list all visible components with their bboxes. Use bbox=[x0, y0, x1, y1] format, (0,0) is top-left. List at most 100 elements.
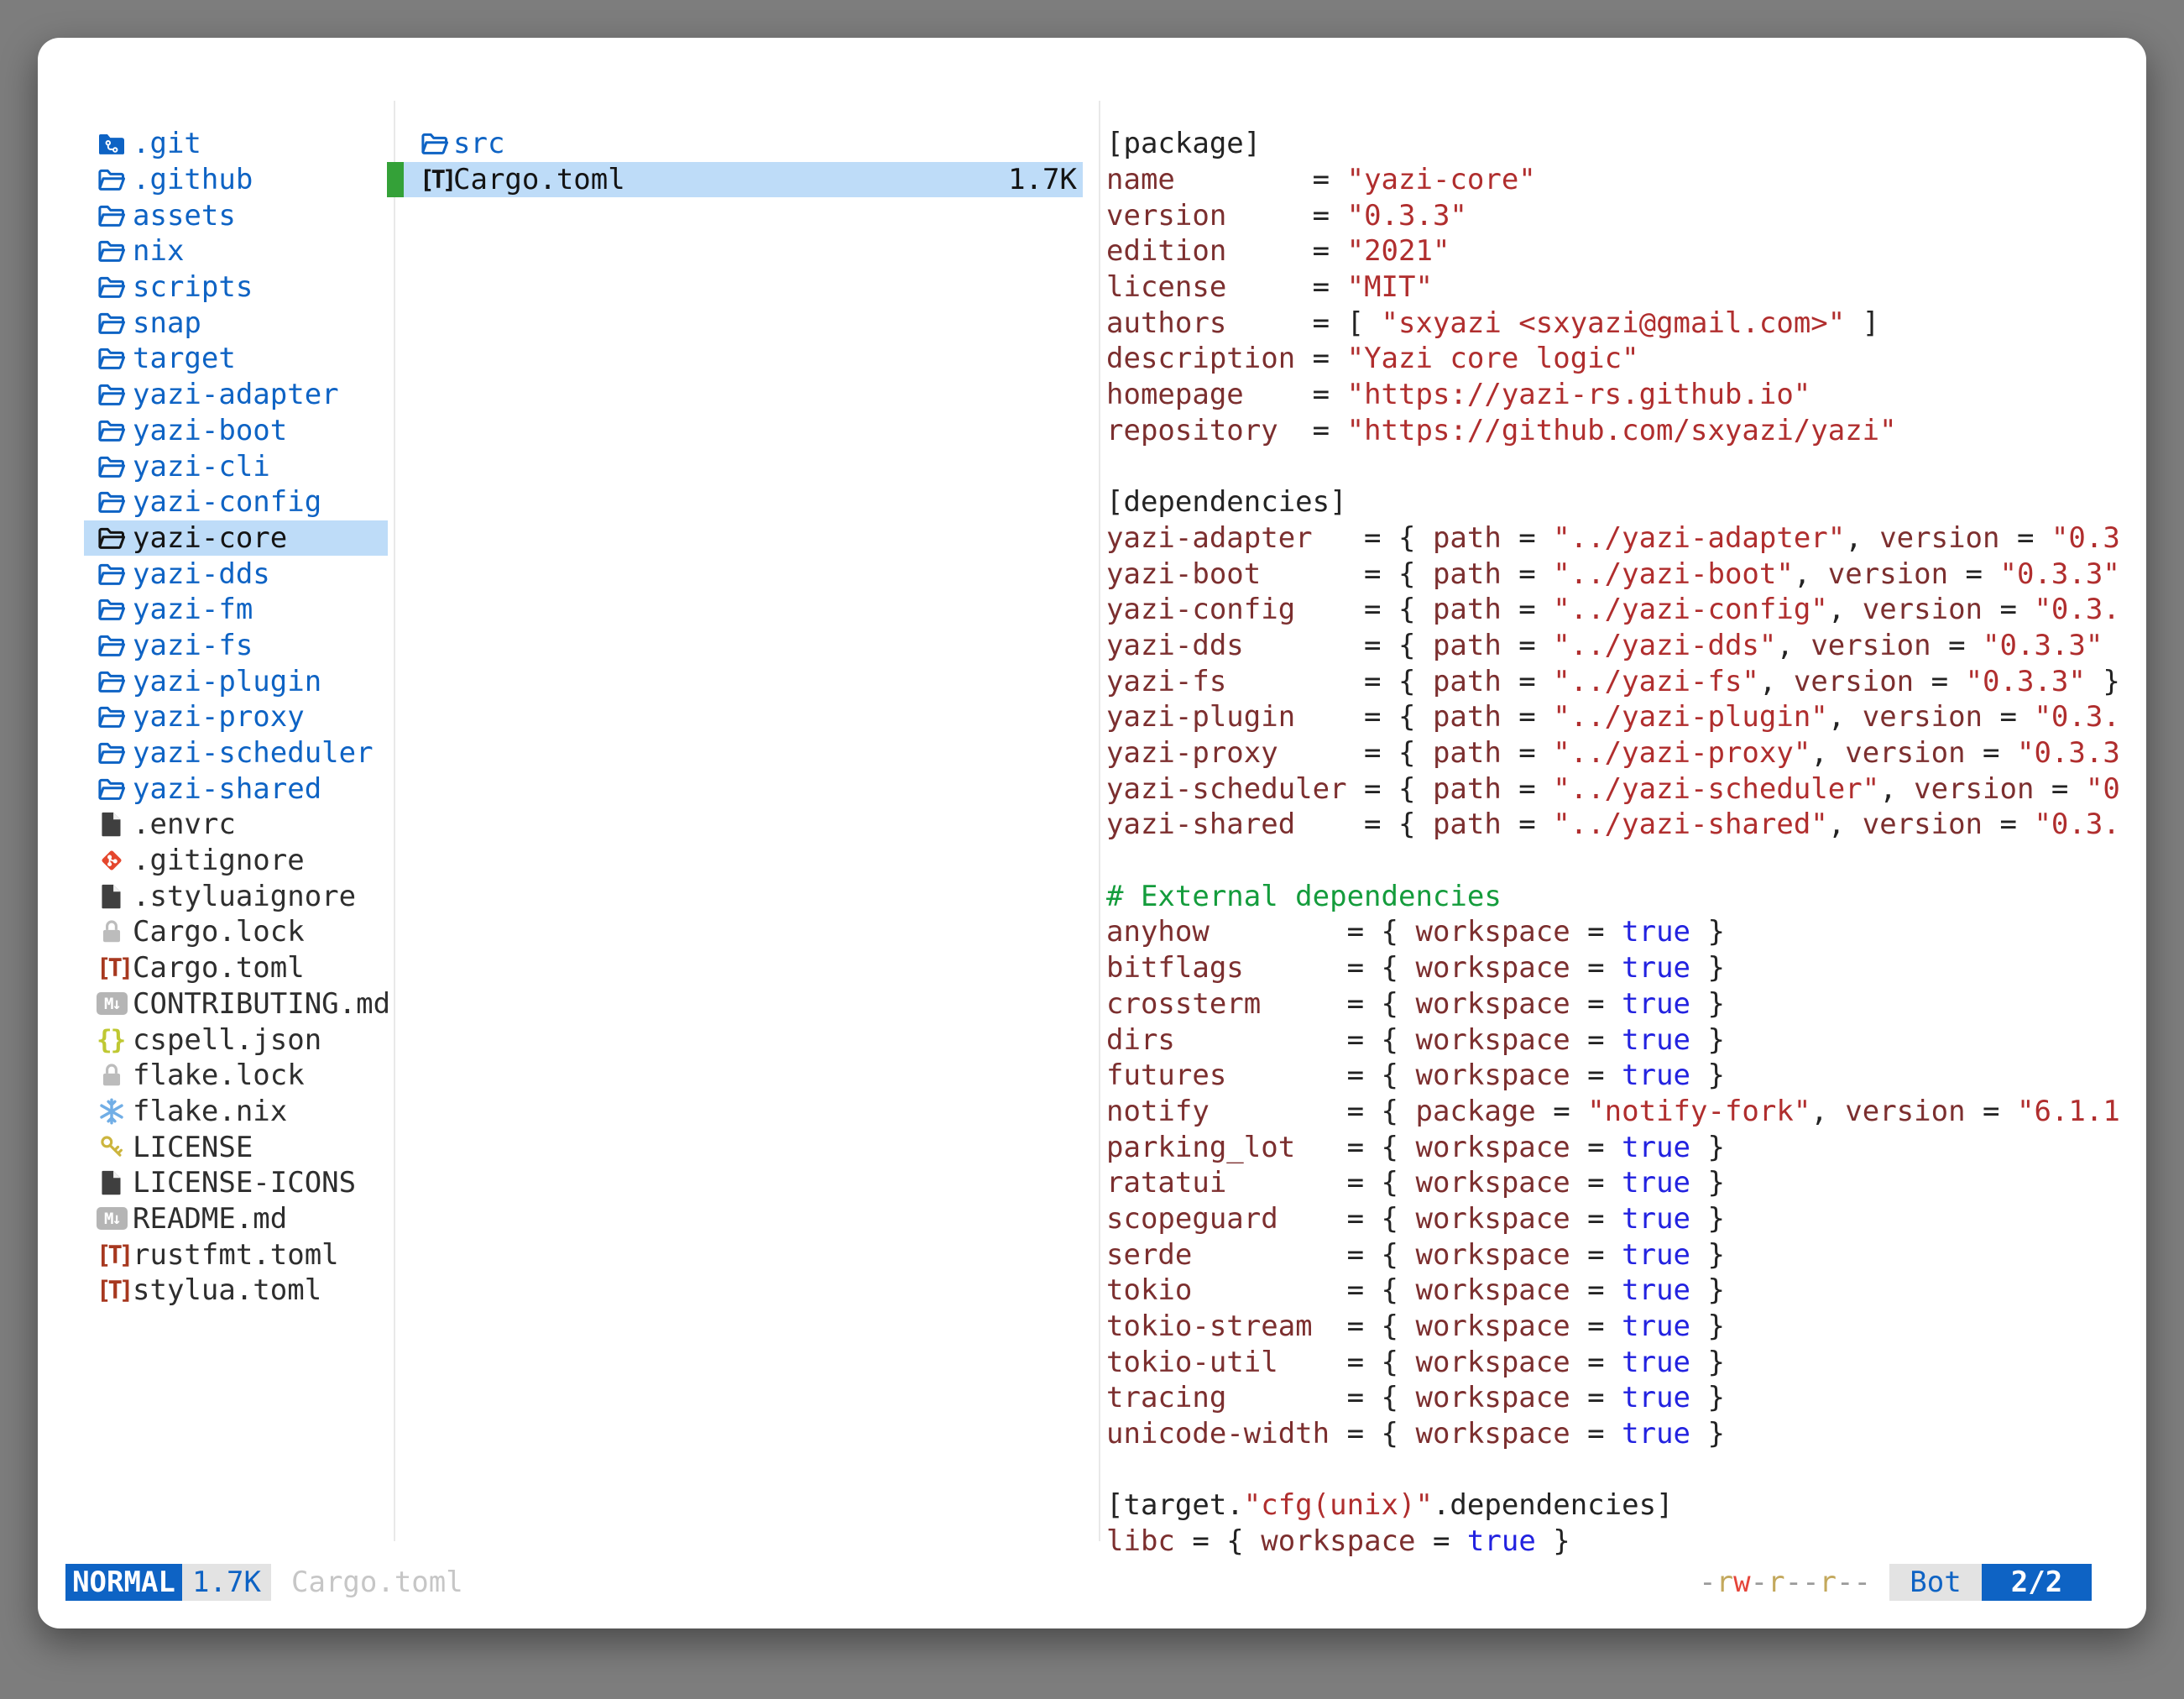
preview-segment: } bbox=[1690, 1417, 1725, 1451]
sidebar-item-assets[interactable]: assets bbox=[84, 197, 388, 233]
sidebar-item-readme-md[interactable]: M↓README.md bbox=[84, 1201, 388, 1237]
sidebar-item--envrc[interactable]: .envrc bbox=[84, 807, 388, 843]
sidebar-item-yazi-proxy[interactable]: yazi-proxy bbox=[84, 699, 388, 735]
sidebar-item-yazi-adapter[interactable]: yazi-adapter bbox=[84, 377, 388, 413]
file-item-label: src bbox=[453, 127, 504, 160]
sidebar-item-label: CONTRIBUTING.md bbox=[133, 987, 390, 1021]
preview-line: yazi-boot = { path = "../yazi-boot", ver… bbox=[1106, 556, 2121, 592]
preview-segment: = { bbox=[1192, 1238, 1415, 1272]
sidebar-item-yazi-plugin[interactable]: yazi-plugin bbox=[84, 663, 388, 699]
file-icon bbox=[97, 881, 133, 912]
sidebar-item-stylua-toml[interactable]: [T]stylua.toml bbox=[84, 1273, 388, 1309]
preview-segment: "0.3.3" bbox=[2051, 521, 2121, 555]
sidebar-item-nix[interactable]: nix bbox=[84, 233, 388, 269]
sidebar-item-label: README.md bbox=[133, 1202, 287, 1236]
preview-segment: workspace bbox=[1415, 987, 1570, 1021]
preview-segment: , bbox=[1845, 521, 1879, 555]
sidebar-item-cargo-toml[interactable]: [T]Cargo.toml bbox=[84, 950, 388, 986]
preview-segment: true bbox=[1622, 1381, 1690, 1414]
sidebar-item--github[interactable]: .github bbox=[84, 162, 388, 198]
preview-segment: "https://github.com/sxyazi/yazi" bbox=[1347, 414, 1897, 447]
preview-segment: = bbox=[1175, 163, 1347, 196]
preview-segment: = bbox=[1570, 915, 1622, 949]
sidebar-item-cargo-lock[interactable]: Cargo.lock bbox=[84, 914, 388, 950]
preview-segment: = { bbox=[1261, 557, 1433, 591]
folder-icon bbox=[97, 702, 133, 732]
preview-segment: true bbox=[1622, 951, 1690, 985]
sidebar-item--git[interactable]: .git bbox=[84, 126, 388, 162]
sidebar-item-flake-nix[interactable]: flake.nix bbox=[84, 1094, 388, 1130]
sidebar-item-rustfmt-toml[interactable]: [T]rustfmt.toml bbox=[84, 1236, 388, 1273]
preview-line: futures = { workspace = true } bbox=[1106, 1058, 2121, 1094]
preview-segment: workspace bbox=[1415, 1023, 1570, 1057]
preview-segment: = bbox=[1570, 1381, 1622, 1414]
preview-line: [target."cfg(unix)".dependencies] bbox=[1106, 1487, 2121, 1524]
preview-line: [dependencies] bbox=[1106, 484, 2121, 520]
preview-segment: version bbox=[1845, 1095, 1965, 1128]
sidebar-item--gitignore[interactable]: .gitignore bbox=[84, 843, 388, 879]
preview-segment: yazi-dds bbox=[1106, 629, 1244, 662]
preview-segment: = { bbox=[1295, 808, 1433, 841]
preview-segment: crossterm bbox=[1106, 987, 1261, 1021]
preview-segment: = { bbox=[1244, 951, 1416, 985]
sidebar-item-yazi-shared[interactable]: yazi-shared bbox=[84, 771, 388, 807]
sidebar-item-flake-lock[interactable]: flake.lock bbox=[84, 1058, 388, 1094]
git-icon bbox=[97, 845, 133, 876]
sidebar-item-cspell-json[interactable]: {}cspell.json bbox=[84, 1022, 388, 1058]
preview-segment: = bbox=[1931, 629, 1983, 662]
preview-segment: "0.3.3" bbox=[2034, 808, 2121, 841]
sidebar-item-label: yazi-dds bbox=[133, 557, 270, 591]
toml-icon: [T] bbox=[97, 1276, 133, 1304]
preview-segment: = { bbox=[1175, 1524, 1261, 1558]
sidebar-item--styluaignore[interactable]: .styluaignore bbox=[84, 878, 388, 914]
preview-segment: "../yazi-adapter" bbox=[1553, 521, 1845, 555]
sidebar-item-label: yazi-config bbox=[133, 485, 321, 519]
preview-segment: = bbox=[1502, 808, 1553, 841]
sidebar-item-license[interactable]: LICENSE bbox=[84, 1129, 388, 1165]
preview-segment: = bbox=[1502, 772, 1553, 806]
file-item-cargo-toml[interactable]: [T]Cargo.toml1.7K bbox=[387, 162, 1083, 198]
preview-segment: } bbox=[1690, 1131, 1725, 1164]
preview-line: yazi-plugin = { path = "../yazi-plugin",… bbox=[1106, 699, 2121, 735]
preview-segment: = { bbox=[1278, 1202, 1416, 1236]
preview-segment: = bbox=[1570, 1023, 1622, 1057]
preview-segment: futures bbox=[1106, 1059, 1226, 1092]
sidebar-item-target[interactable]: target bbox=[84, 341, 388, 377]
file-item-src[interactable]: src bbox=[387, 126, 1083, 162]
preview-segment: version bbox=[1914, 772, 2034, 806]
sidebar-item-yazi-config[interactable]: yazi-config bbox=[84, 484, 388, 520]
preview-segment: } bbox=[1536, 1524, 1570, 1558]
preview-segment: = bbox=[1570, 1131, 1622, 1164]
sidebar-item-label: yazi-boot bbox=[133, 414, 287, 447]
preview-segment: "https://yazi-rs.github.io" bbox=[1347, 378, 1811, 411]
preview-line: bitflags = { workspace = true } bbox=[1106, 950, 2121, 986]
sidebar-item-scripts[interactable]: scripts bbox=[84, 269, 388, 306]
sidebar-item-label: yazi-core bbox=[133, 521, 287, 555]
sidebar-item-snap[interactable]: snap bbox=[84, 305, 388, 341]
preview-segment: unicode-width bbox=[1106, 1417, 1330, 1451]
sidebar-item-yazi-core[interactable]: yazi-core bbox=[84, 520, 388, 557]
sidebar-item-yazi-fm[interactable]: yazi-fm bbox=[84, 592, 388, 628]
sidebar-item-license-icons[interactable]: LICENSE-ICONS bbox=[84, 1165, 388, 1201]
sidebar-item-yazi-boot[interactable]: yazi-boot bbox=[84, 413, 388, 449]
folder-icon bbox=[97, 165, 133, 195]
sidebar-item-label: snap bbox=[133, 306, 201, 340]
sidebar-item-label: cspell.json bbox=[133, 1023, 321, 1057]
sidebar-item-yazi-dds[interactable]: yazi-dds bbox=[84, 556, 388, 592]
preview-segment: path bbox=[1433, 665, 1502, 698]
folder-icon bbox=[97, 667, 133, 697]
sidebar-item-contributing-md[interactable]: M↓CONTRIBUTING.md bbox=[84, 986, 388, 1022]
preview-segment: [target. bbox=[1106, 1488, 1244, 1522]
sidebar-item-yazi-scheduler[interactable]: yazi-scheduler bbox=[84, 735, 388, 771]
preview-segment: = bbox=[1502, 521, 1553, 555]
preview-segment: yazi-config bbox=[1106, 593, 1295, 626]
preview-segment: "0.3.3" bbox=[1966, 665, 2086, 698]
sidebar-item-label: yazi-fs bbox=[133, 629, 253, 662]
preview-segment: "2021" bbox=[1347, 234, 1450, 268]
sidebar-item-yazi-cli[interactable]: yazi-cli bbox=[84, 448, 388, 484]
preview-segment: path bbox=[1433, 808, 1502, 841]
preview-segment: tokio bbox=[1106, 1273, 1192, 1307]
sidebar-item-label: yazi-adapter bbox=[133, 378, 339, 411]
sidebar-item-yazi-fs[interactable]: yazi-fs bbox=[84, 628, 388, 664]
preview-segment: = bbox=[1226, 270, 1346, 304]
